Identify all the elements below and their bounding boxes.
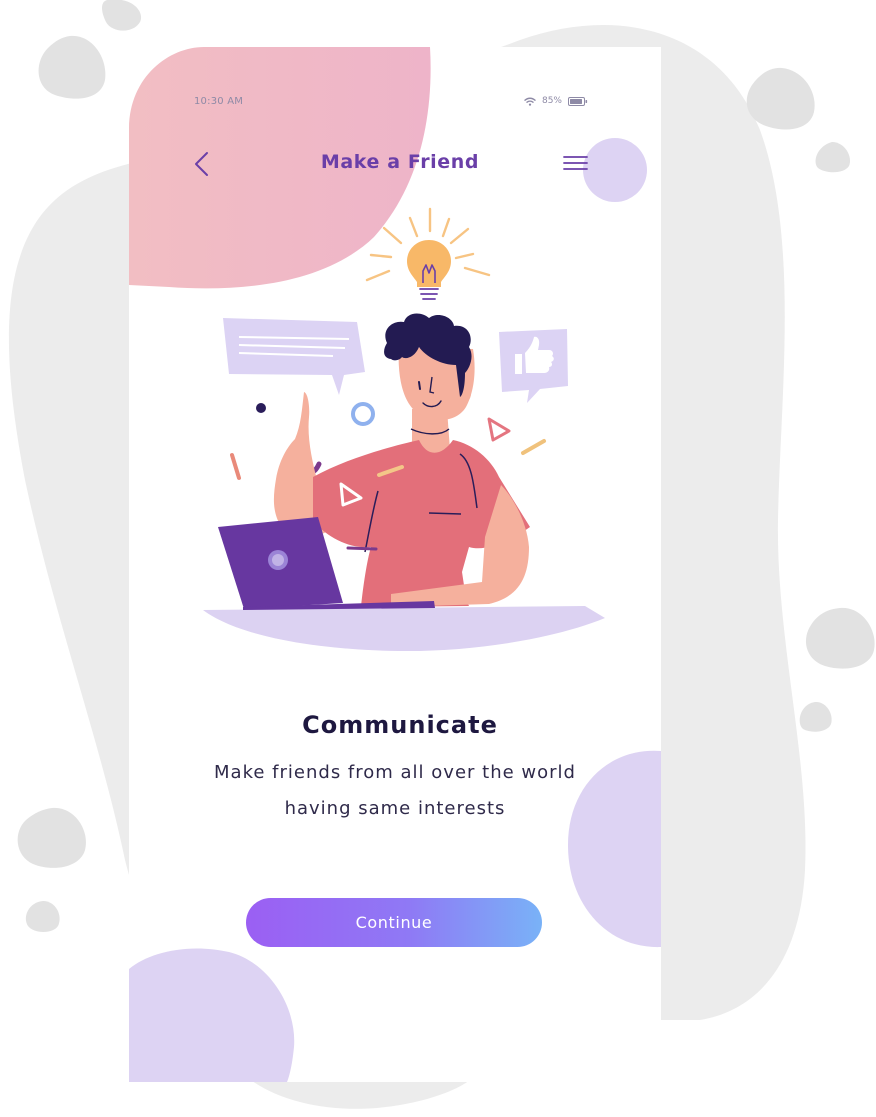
onboarding-screen: 10:30 AM 85% Make a Friend Communicate M…: [0, 0, 876, 1117]
illustration: [203, 207, 605, 652]
backdrop-dot: [25, 901, 60, 932]
lavender-blob-bottom: [129, 948, 295, 1082]
phone-screen: 10:30 AM 85% Make a Friend Communicate M…: [129, 47, 661, 1082]
backdrop-dot: [746, 67, 815, 130]
thumbs-up-icon: [499, 329, 568, 403]
backdrop-dot: [38, 35, 106, 99]
backdrop-dot: [805, 607, 875, 669]
backdrop-dot: [102, 0, 142, 31]
backdrop-dot: [799, 701, 832, 732]
confetti-dash: [230, 453, 241, 480]
desk: [203, 606, 605, 652]
continue-button[interactable]: Continue: [246, 898, 542, 947]
onboarding-headline: Communicate: [302, 711, 498, 739]
lightbulb-icon: [407, 240, 451, 300]
backdrop-dot: [17, 807, 86, 868]
confetti-triangle: [487, 417, 511, 442]
chat-bubble-icon: [223, 318, 365, 395]
onboarding-subtitle: Make friends from all over the world hav…: [214, 762, 576, 819]
confetti-ring: [351, 402, 375, 426]
backdrop-dot: [815, 142, 851, 173]
confetti-dot: [256, 403, 266, 413]
confetti-dash: [521, 439, 546, 455]
